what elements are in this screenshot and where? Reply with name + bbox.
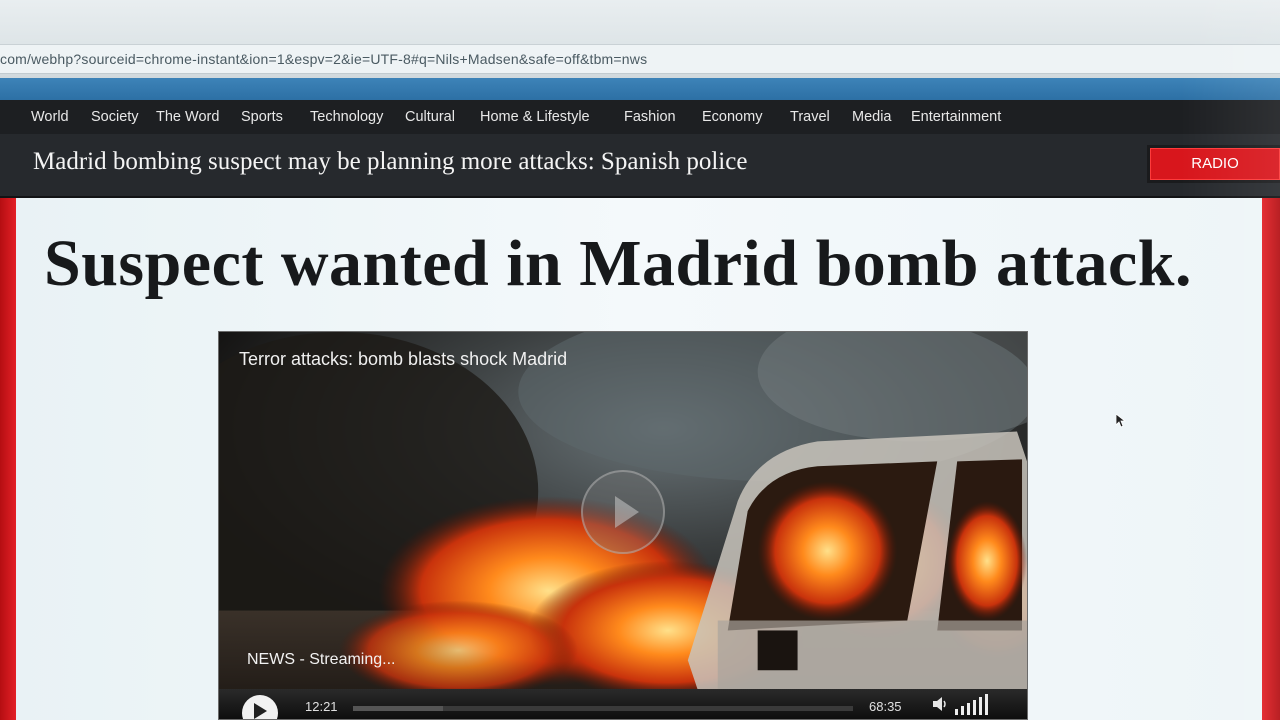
article-title: Suspect wanted in Madrid bomb attack. bbox=[44, 227, 1192, 300]
nav-item-home-lifestyle[interactable]: Home & Lifestyle bbox=[480, 109, 590, 125]
breaking-headline-bar: Madrid bombing suspect may be planning m… bbox=[0, 134, 1280, 198]
video-controls: 12:21 68:35 bbox=[219, 689, 1027, 719]
breaking-headline-link[interactable]: Madrid bombing suspect may be planning m… bbox=[33, 148, 747, 176]
play-overlay-icon[interactable] bbox=[581, 470, 665, 554]
video-time-current: 12:21 bbox=[305, 699, 338, 714]
volume-level-icon[interactable] bbox=[955, 693, 999, 715]
address-bar[interactable]: com/webhp?sourceid=chrome-instant&ion=1&… bbox=[0, 44, 1280, 74]
nav-item-the-word[interactable]: The Word bbox=[156, 109, 219, 125]
nav-item-world[interactable]: World bbox=[31, 109, 69, 125]
mouse-cursor-icon bbox=[1116, 414, 1126, 428]
video-progress-bar[interactable] bbox=[353, 706, 853, 711]
video-progress-fill bbox=[353, 706, 443, 711]
play-icon bbox=[254, 703, 267, 719]
video-time-total: 68:35 bbox=[869, 699, 902, 714]
nav-item-fashion[interactable]: Fashion bbox=[624, 109, 676, 125]
nav-item-entertainment[interactable]: Entertainment bbox=[911, 109, 1001, 125]
nav-item-economy[interactable]: Economy bbox=[702, 109, 762, 125]
video-title: Terror attacks: bomb blasts shock Madrid bbox=[239, 349, 568, 369]
address-bar-url[interactable]: com/webhp?sourceid=chrome-instant&ion=1&… bbox=[0, 51, 647, 67]
nav-item-society[interactable]: Society bbox=[91, 109, 139, 125]
nav-item-travel[interactable]: Travel bbox=[790, 109, 830, 125]
nav-item-media[interactable]: Media bbox=[852, 109, 892, 125]
page-border-left bbox=[0, 198, 16, 720]
play-button[interactable] bbox=[242, 695, 278, 719]
nav-item-cultural[interactable]: Cultural bbox=[405, 109, 455, 125]
volume-icon[interactable] bbox=[931, 695, 949, 713]
radio-button[interactable]: RADIO bbox=[1150, 148, 1280, 180]
video-player[interactable]: Terror attacks: bomb blasts shock Madrid… bbox=[218, 331, 1028, 720]
browser-bookmarks-strip bbox=[0, 78, 1280, 102]
page-border-right bbox=[1262, 198, 1280, 720]
nav-item-technology[interactable]: Technology bbox=[310, 109, 383, 125]
site-nav: World Society The Word Sports Technology… bbox=[0, 100, 1280, 134]
nav-item-sports[interactable]: Sports bbox=[241, 109, 283, 125]
stream-status: NEWS - Streaming... bbox=[247, 651, 396, 668]
